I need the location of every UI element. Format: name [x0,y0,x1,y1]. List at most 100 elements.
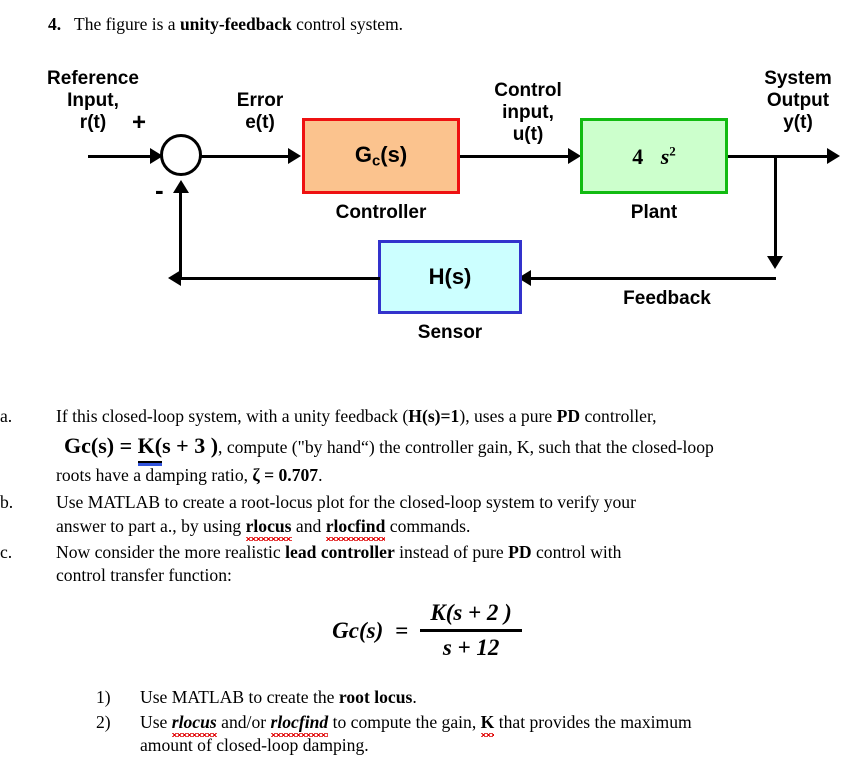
feedback-label: Feedback [623,288,711,309]
part-a-eq-lhs: Gc(s) = [64,433,138,459]
part-c-text: Now consider the more realistic lead con… [56,541,836,587]
part-b-text: Use MATLAB to create a root-locus plot f… [56,491,836,542]
lead-eq-lhs: Gc(s) [332,617,384,643]
sub-item-1-text: Use MATLAB to create the root locus. [140,686,824,709]
sub-item-2: 2) Use rlocus and/or rlocfind to compute… [0,711,854,757]
root-locus-bold: root locus [338,687,413,707]
part-a-marker: a. [0,406,13,426]
sub-item-2-line2: amount of closed-loop damping. [140,735,369,756]
part-c-line1: Now consider the more realistic lead con… [56,541,836,564]
plant-transfer-function: 4 s2 [626,144,682,167]
part-a-eq-tail: , compute ("by hand“) the controller gai… [218,437,517,458]
part-a-seg2-bold: H(s)=1 [408,406,460,426]
control-input-line2: input, [502,101,554,123]
part-c-lead-controller-bold: lead controller [285,541,395,562]
sub-item-2-seg4: that provides the maximum [494,712,692,733]
sub-item-1-marker: 1) [96,687,111,707]
part-a-line3a: roots have a damping ratio, [56,465,253,486]
sub-item-1-seg2: . [412,687,417,707]
feedback-riser-arrowhead [173,180,189,193]
rlocus-command-b: rlocus [245,515,292,542]
controller-formula: Gc(s) [354,142,408,170]
control-input-line3: u(t) [512,123,544,145]
feedback-line-left [174,277,380,280]
part-a-seg1: If this closed-loop system, with a unity… [56,406,409,426]
part-c-line2: control transfer function: [56,565,232,586]
plant-numerator: 4 [632,143,644,169]
system-output-arrowhead [827,148,840,164]
part-c-line1a: Now consider the more realistic [56,541,286,562]
system-output-label: System Output y(t) [742,68,854,134]
part-a: a. If this closed-loop system, with a un… [0,405,854,487]
rlocfind-command-b: rlocfind [325,515,385,542]
part-c: c. Now consider the more realistic lead … [0,541,854,587]
part-a-seg3: ), uses a pure [459,406,557,426]
system-output-line3: y(t) [783,111,813,133]
plant-caption: Plant [630,202,678,223]
sub-item-2-marker: 2) [96,712,111,733]
part-a-equation-line: Gc(s) = K(s + 3 ), compute ("by hand“) t… [64,431,836,467]
feedback-line-right [522,277,776,280]
part-a-eq-underlined-k: K( [137,431,163,467]
part-a-damping-ratio: ζ = 0.707 [252,465,319,486]
part-a-seg5: controller, [580,406,657,426]
feedback-takeoff-arrowhead [767,256,783,269]
part-c-line1b: instead of pure [394,541,509,562]
error-signal-line [200,155,296,158]
question-text-bold: unity-feedback [179,14,292,34]
feedback-takeoff-line [774,155,777,265]
sub-item-2-seg3: to compute the gain, [328,712,481,733]
document-page: 4. The figure is a unity-feedback control… [0,0,854,772]
feedback-riser-line [179,188,182,278]
part-a-line3: roots have a damping ratio, ζ = 0.707. [56,464,836,487]
plant-denominator-exponent: 2 [669,143,676,159]
sub-list: 1) Use MATLAB to create the root locus. … [0,686,854,758]
part-c-marker: c. [0,541,13,562]
sensor-block: H(s) [378,240,522,314]
part-b-line2c: commands. [385,515,471,536]
error-line2: e(t) [245,111,275,133]
part-b-line2: answer to part a., by using rlocus and r… [56,515,836,542]
part-c-line1c: control with [531,541,622,562]
system-output-line1: System [764,68,832,89]
controller-caption: Controller [335,202,427,223]
lead-eq-numerator: K(s + 2 ) [430,600,512,625]
plant-block: 4 s2 [580,118,728,194]
error-line1: Error [236,90,284,111]
question-number: 4. [48,14,62,34]
part-a-eq-tail-gain: K [516,437,530,458]
part-a-eq-rest: s + 3 ) [162,433,219,459]
sub-item-1: 1) Use MATLAB to create the root locus. [0,686,854,709]
summing-junction [160,134,202,176]
part-a-seg4-bold: PD [556,406,581,426]
part-a-text: If this closed-loop system, with a unity… [56,405,836,487]
rlocus-command-2: rlocus [171,711,217,738]
part-a-line3b: . [318,465,323,486]
part-b-line1: Use MATLAB to create a root-locus plot f… [56,492,636,513]
part-b-line2b: and [291,515,326,536]
question-text-before: The figure is a [74,14,180,34]
lead-eq-equals: = [395,617,409,643]
part-b-marker: b. [0,492,14,513]
sub-item-2-seg2: and/or [216,712,271,733]
parts-list: a. If this closed-loop system, with a un… [0,405,854,587]
part-b-line2a: answer to part a., by using [56,515,246,536]
sub-item-2-text: Use rlocus and/or rlocfind to compute th… [140,711,824,757]
controller-block: Gc(s) [302,118,460,194]
sub-item-1-seg1: Use MATLAB to create the [140,687,339,707]
control-input-line [460,155,576,158]
gain-k-2: K [480,711,494,738]
error-label: Error e(t) [205,90,315,134]
lead-controller-equation: Gc(s) = K(s + 2 ) s + 12 [0,600,854,661]
reference-input-line1: Reference [47,68,139,89]
part-a-eq-tail2: , such that the closed-loop [529,437,714,458]
summing-minus-sign: - [155,175,164,205]
plant-denominator: s2 [660,143,676,169]
part-b: b. Use MATLAB to create a root-locus plo… [0,491,854,542]
control-input-label: Control input, u(t) [470,80,586,146]
system-output-line2: Output [766,89,830,111]
rlocfind-command-2: rlocfind [270,711,328,738]
sub-item-2-seg1: Use [140,712,172,733]
lead-eq-denominator: s + 12 [442,635,500,660]
reference-input-line [88,155,156,158]
